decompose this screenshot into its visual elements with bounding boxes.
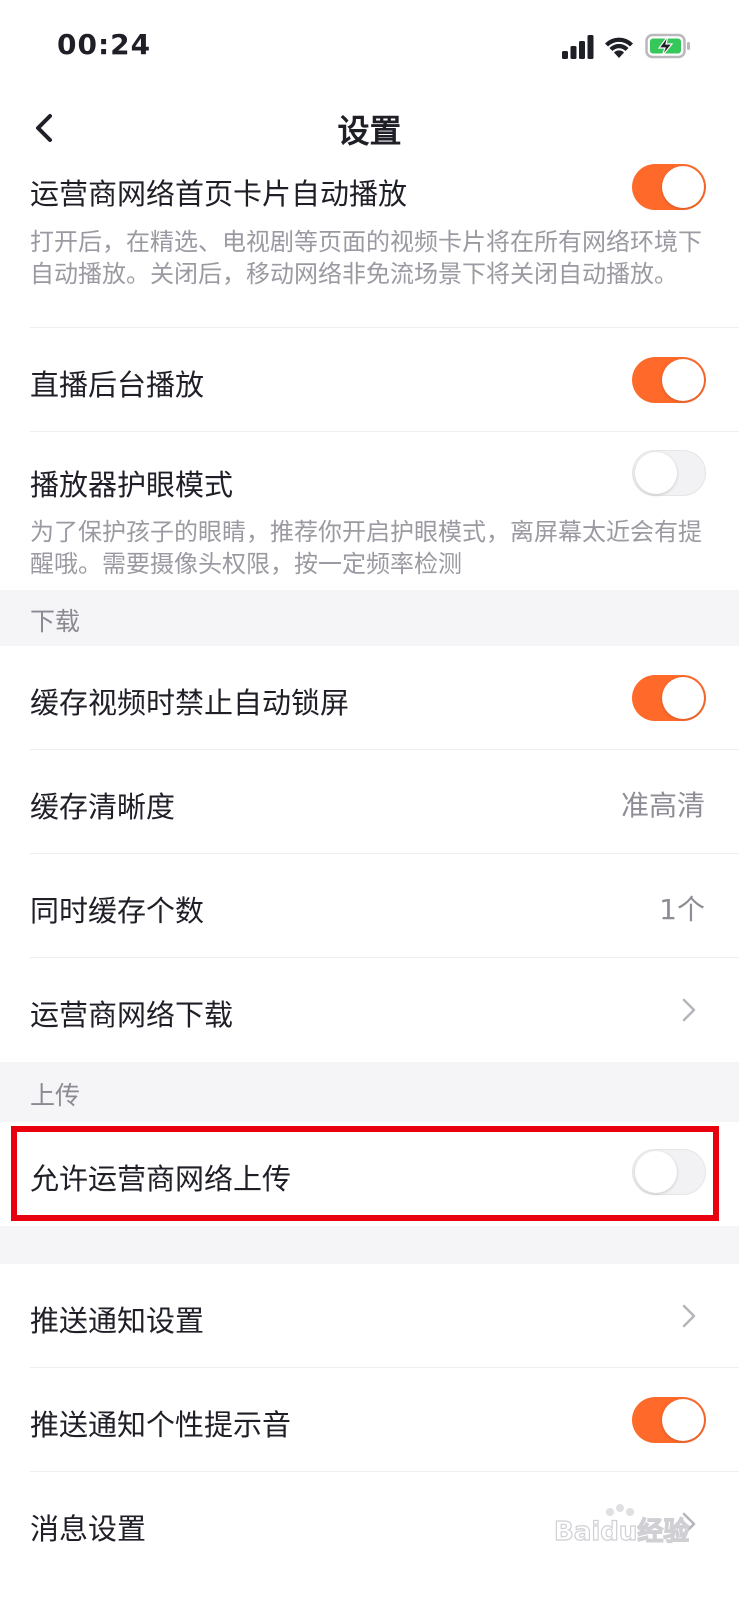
section-title: 上传 <box>30 1081 81 1110</box>
setting-row-live-background: 直播后台播放 <box>0 328 739 432</box>
toggle-knob <box>635 452 677 494</box>
highlight-box <box>11 1126 719 1221</box>
page-title: 设置 <box>337 112 402 150</box>
carrier-autoplay-toggle[interactable] <box>632 164 706 210</box>
toggle-knob <box>662 1399 704 1441</box>
setting-label: 运营商网络首页卡片自动播放 <box>30 177 408 211</box>
status-time: 00:24 <box>57 28 152 61</box>
section-title: 下载 <box>30 607 81 636</box>
baidu-jingyan-watermark: Baidu经验 <box>554 1504 690 1548</box>
section-gap <box>0 1226 739 1264</box>
setting-label: 同时缓存个数 <box>30 894 205 928</box>
setting-value: 准高清 <box>620 789 705 822</box>
setting-value: 1个 <box>659 893 705 926</box>
setting-row-push-sound: 推送通知个性提示音 <box>0 1368 739 1472</box>
setting-label: 缓存视频时禁止自动锁屏 <box>30 686 350 720</box>
section-header-download: 下载 <box>0 590 739 646</box>
setting-label: 缓存清晰度 <box>30 790 176 824</box>
chevron-right-icon <box>682 998 696 1022</box>
chevron-right-icon <box>682 1304 696 1328</box>
setting-row-push-settings[interactable]: 推送通知设置 <box>0 1264 739 1368</box>
signal-icon <box>562 35 594 59</box>
section-header-upload: 上传 <box>0 1062 739 1122</box>
setting-row-no-autolock: 缓存视频时禁止自动锁屏 <box>0 646 739 750</box>
no-autolock-toggle[interactable] <box>632 675 706 721</box>
setting-label: 运营商网络下载 <box>30 998 234 1032</box>
setting-row-carrier-autoplay: 运营商网络首页卡片自动播放 打开后，在精选、电视剧等页面的视频卡片将在所有网络环… <box>0 164 739 328</box>
watermark-text: Baidu经验 <box>554 1516 689 1547</box>
live-background-toggle[interactable] <box>632 357 706 403</box>
setting-label: 推送通知设置 <box>30 1304 205 1338</box>
setting-row-cache-count[interactable]: 同时缓存个数 1个 <box>0 854 739 958</box>
push-sound-toggle[interactable] <box>632 1397 706 1443</box>
setting-label: 推送通知个性提示音 <box>30 1408 292 1442</box>
setting-description: 打开后，在精选、电视剧等页面的视频卡片将在所有网络环境下自动播放。关闭后，移动网… <box>30 228 702 288</box>
battery-charging-icon <box>645 33 690 59</box>
wifi-icon <box>605 37 633 58</box>
setting-label: 直播后台播放 <box>30 368 205 402</box>
setting-label: 消息设置 <box>30 1512 147 1546</box>
toggle-knob <box>662 359 704 401</box>
setting-row-eye-care: 播放器护眼模式 为了保护孩子的眼睛，推荐你开启护眼模式，离屏幕太近会有提醒哦。需… <box>0 432 739 590</box>
setting-row-carrier-download[interactable]: 运营商网络下载 <box>0 958 739 1062</box>
status-bar: 00:24 <box>0 0 739 92</box>
toggle-knob <box>662 677 704 719</box>
setting-description: 为了保护孩子的眼睛，推荐你开启护眼模式，离屏幕太近会有提醒哦。需要摄像头权限，按… <box>30 518 702 578</box>
eye-care-toggle[interactable] <box>632 450 706 496</box>
setting-label: 播放器护眼模式 <box>30 468 234 502</box>
setting-row-cache-quality[interactable]: 缓存清晰度 准高清 <box>0 750 739 854</box>
navigation-bar: 设置 <box>0 92 739 165</box>
toggle-knob <box>662 166 704 208</box>
